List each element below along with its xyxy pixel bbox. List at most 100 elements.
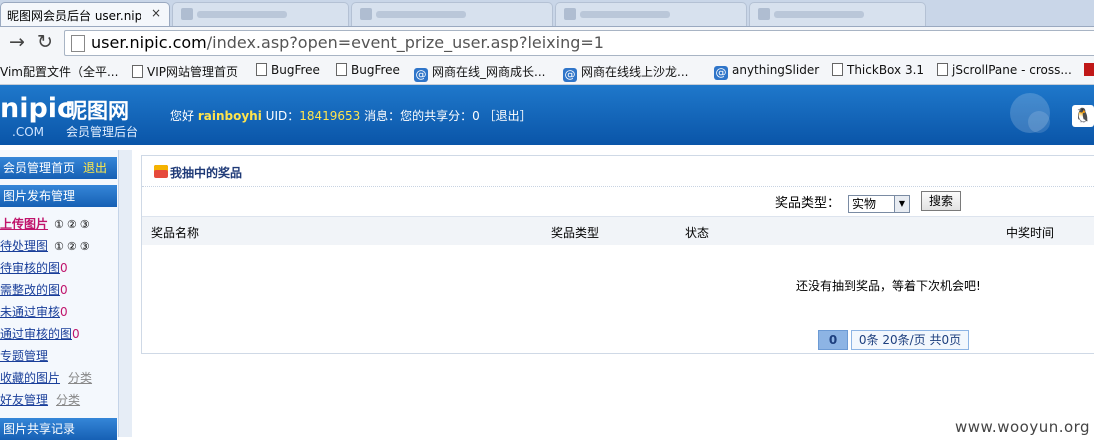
sidebar-item-count: 0 [60, 283, 68, 297]
page-icon [256, 63, 267, 76]
sidebar-scroll-strip [118, 150, 132, 437]
column-header-name: 奖品名称 [151, 226, 200, 240]
bookmark-label: 网商在线_网商成长... [432, 65, 546, 79]
bookmark-item[interactable]: BugFree [256, 63, 320, 77]
sidebar-item-category-link[interactable]: 分类 [56, 393, 80, 407]
step-numbers[interactable]: ①②③ [54, 218, 93, 231]
bookmark-item[interactable]: @ 网商在线_网商成长... [414, 63, 545, 82]
page-title: 我抽中的奖品 [154, 164, 242, 181]
sidebar-item-label[interactable]: 上传图片 [0, 217, 48, 231]
sidebar-item-friends[interactable]: 好友管理 分类 [0, 391, 80, 408]
bookmark-item[interactable] [1084, 63, 1094, 77]
bookmark-label: BugFree [271, 63, 320, 77]
bookmark-item[interactable]: BugFree [336, 63, 400, 77]
sidebar-item-count: 0 [72, 327, 80, 341]
bookmark-label: BugFree [351, 63, 400, 77]
url-host: user.nipic.com [91, 33, 207, 52]
sidebar-item-label[interactable]: 通过审核的图 [0, 327, 72, 341]
at-icon: @ [414, 68, 428, 82]
tab-favicon-icon [758, 8, 770, 20]
browser-tab-background[interactable] [172, 2, 349, 26]
sidebar-home-link[interactable]: 会员管理首页 [3, 161, 75, 175]
bookmark-item[interactable]: VIP网站管理首页 [132, 63, 238, 80]
sidebar-item-needs-fix[interactable]: 需整改的图0 [0, 281, 68, 298]
browser-tab-active[interactable]: 昵图网会员后台 user.nipic × [0, 2, 170, 26]
logo-text[interactable]: nipic [0, 93, 73, 124]
sidebar-item-topics[interactable]: 专题管理 [0, 347, 48, 364]
sidebar-item-favorites[interactable]: 收藏的图片 分类 [0, 369, 92, 386]
tab-title-blurred [197, 11, 287, 18]
bookmark-item[interactable]: @ anythingSlider [714, 63, 819, 80]
sidebar-item-label[interactable]: 收藏的图片 [0, 371, 60, 385]
gift-icon [154, 165, 168, 178]
bookmark-label: VIP网站管理首页 [147, 65, 238, 79]
sidebar-item-category-link[interactable]: 分类 [68, 371, 92, 385]
tab-title-blurred [376, 11, 466, 18]
sidebar-item-label[interactable]: 好友管理 [0, 393, 48, 407]
reload-icon[interactable]: ↻ [34, 31, 56, 53]
pager-info: 0条 20条/页 共0页 [851, 330, 969, 350]
address-bar[interactable]: user.nipic.com/index.asp?open=event_priz… [64, 30, 1094, 56]
search-button[interactable]: 搜索 [921, 191, 961, 211]
sidebar-item-label[interactable]: 待审核的图 [0, 261, 60, 275]
sidebar-item-count: 0 [60, 305, 68, 319]
sidebar-item-awaiting-review[interactable]: 待审核的图0 [0, 259, 68, 276]
bookmark-item[interactable]: ThickBox 3.1 [832, 63, 924, 77]
prize-type-label: 奖品类型： [775, 196, 841, 211]
watermark: www.wooyun.org [955, 418, 1091, 436]
tab-close-icon[interactable]: × [151, 6, 161, 20]
sidebar-logout-link[interactable]: 退出 [83, 161, 107, 175]
sidebar-home-header: 会员管理首页 退出 [0, 157, 117, 179]
browser-tab-background[interactable] [351, 2, 553, 26]
tab-favicon-icon [360, 8, 372, 20]
sidebar-section-title[interactable]: 图片发布管理 [3, 189, 75, 203]
page-icon [336, 63, 347, 76]
sidebar-item-label[interactable]: 专题管理 [0, 349, 48, 363]
empty-state-message: 还没有抽到奖品，等着下次机会吧! [796, 279, 981, 293]
sidebar-item-label[interactable]: 待处理图 [0, 239, 48, 253]
user-welcome: 您好 rainboyhi UID：18419653 消息：您的共享分：0 ［退出… [170, 107, 532, 124]
page-icon [71, 35, 85, 52]
sidebar-item-pending[interactable]: 待处理图 ①②③ [0, 237, 93, 254]
chevron-down-icon[interactable]: ▼ [894, 196, 909, 212]
pager-current-page[interactable]: 0 [818, 330, 848, 350]
tab-favicon-icon [181, 8, 193, 20]
bookmark-label: jScrollPane - cross... [952, 63, 1072, 77]
at-icon: @ [563, 68, 577, 82]
prize-type-select[interactable]: 实物 ▼ [848, 195, 910, 213]
logo-cn: 昵图网 [66, 99, 129, 123]
bookmark-item[interactable]: @ 网商在线线上沙龙... [563, 63, 688, 82]
bookmark-label: 网商在线线上沙龙... [581, 65, 689, 79]
browser-tab-background[interactable] [749, 2, 926, 26]
sidebar-item-label[interactable]: 需整改的图 [0, 283, 60, 297]
bookmark-item[interactable]: jScrollPane - cross... [937, 63, 1072, 77]
bookmark-item[interactable]: Vim配置文件（全平... [0, 63, 118, 80]
prize-panel: 我抽中的奖品 奖品类型： 实物 ▼ 搜索 奖品名称 奖品类型 状态 中奖时间 还… [141, 155, 1094, 354]
sidebar-item-label[interactable]: 未通过审核 [0, 305, 60, 319]
bookmarks-bar: Vim配置文件（全平... VIP网站管理首页 BugFree BugFree … [0, 59, 1094, 85]
prize-type-value: 实物 [852, 197, 877, 211]
qq-icon[interactable]: 🐧 [1072, 105, 1094, 127]
logo-subtitle: 会员管理后台 [66, 125, 139, 139]
decorative-flower-icon [1028, 111, 1050, 133]
sidebar-section-header: 图片发布管理 [0, 185, 117, 207]
column-header-status: 状态 [685, 226, 710, 240]
step-numbers[interactable]: ①②③ [54, 240, 93, 253]
sidebar-section-title[interactable]: 图片共享记录 [3, 422, 75, 436]
page-icon [832, 63, 843, 76]
forward-arrow-icon[interactable]: → [6, 31, 28, 53]
browser-tab-background[interactable] [555, 2, 747, 26]
url-text[interactable]: user.nipic.com/index.asp?open=event_priz… [91, 33, 604, 52]
sidebar-item-rejected[interactable]: 未通过审核0 [0, 303, 68, 320]
sidebar-item-upload[interactable]: 上传图片 ①②③ [0, 215, 93, 232]
url-path: /index.asp?open=event_prize_user.asp?lei… [206, 33, 604, 52]
logout-link[interactable]: ［退出］ [484, 109, 532, 123]
uid-value: 18419653 [299, 109, 361, 123]
message-label[interactable]: 消息： [364, 109, 400, 123]
page-icon [132, 65, 143, 78]
table-header: 奖品名称 奖品类型 状态 中奖时间 [142, 216, 1094, 245]
page-title-text: 我抽中的奖品 [170, 166, 243, 180]
sidebar-item-approved[interactable]: 通过审核的图0 [0, 325, 80, 342]
sidebar-item-count: 0 [60, 261, 68, 275]
tab-favicon-icon [564, 8, 576, 20]
